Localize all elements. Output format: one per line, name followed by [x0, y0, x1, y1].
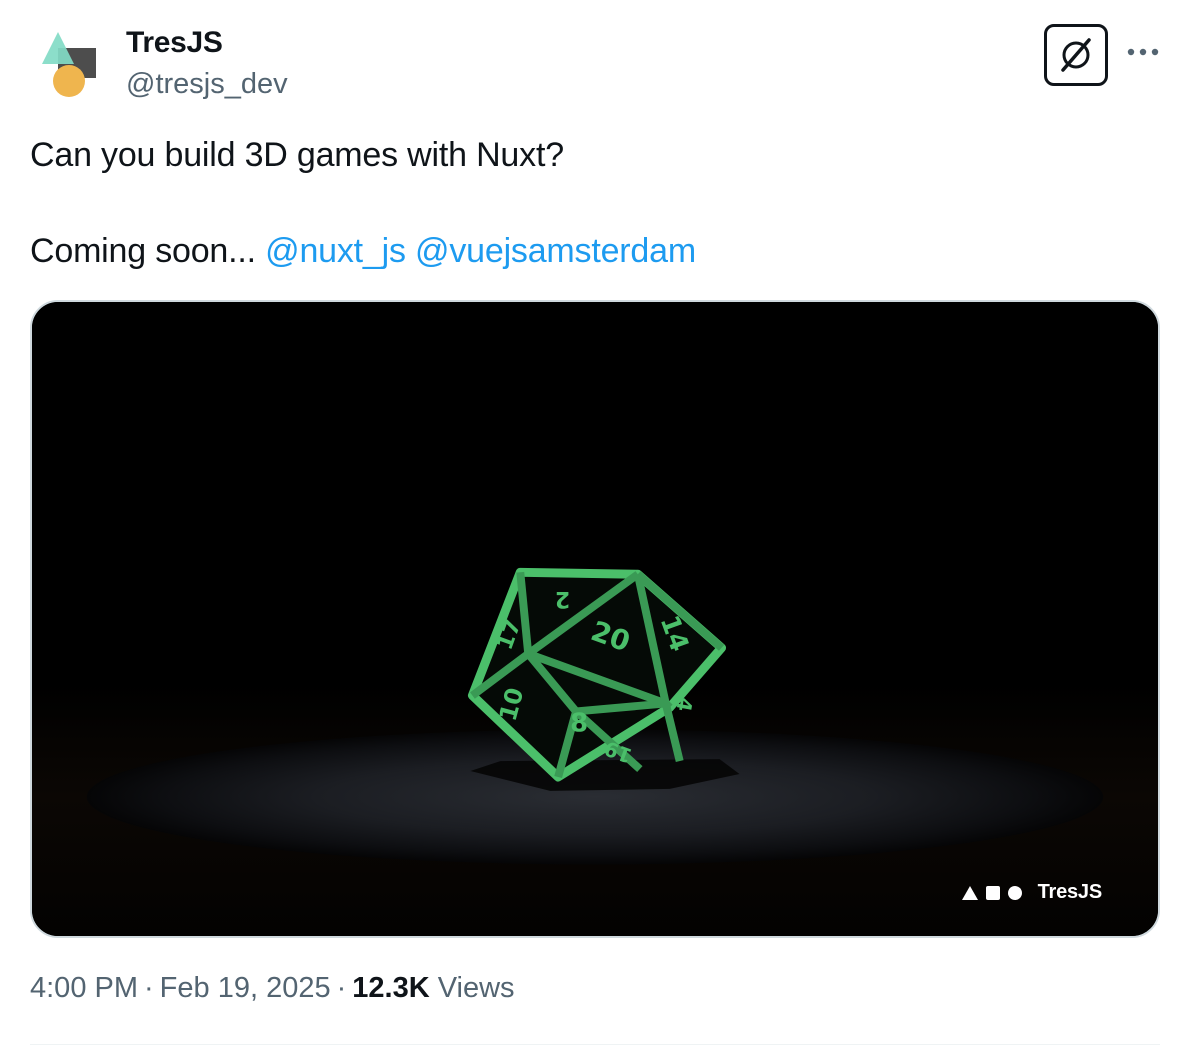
tresjs-watermark: TresJS — [961, 881, 1103, 904]
mention-nuxt-js[interactable]: @nuxt_js — [265, 232, 406, 270]
views-label: Views — [437, 972, 515, 1004]
svg-text:8: 8 — [570, 708, 588, 738]
svg-text:2: 2 — [555, 586, 570, 611]
tweet-text-line1: Can you build 3D games with Nuxt? — [30, 136, 564, 174]
tweet-time[interactable]: 4:00 PM — [30, 972, 138, 1004]
square-icon — [985, 885, 1000, 900]
author-name[interactable]: TresJS — [126, 26, 223, 60]
tweet-text-line2: Coming soon... @nuxt_js @vuejsamsterdam — [30, 232, 696, 271]
meta-separator: · — [336, 972, 347, 1004]
dice-scene-image: 2 20 14 17 10 8 19 4 — [32, 302, 1158, 936]
triangle-icon — [961, 885, 978, 900]
more-dots-icon — [1127, 48, 1159, 56]
tresjs-logo-icon — [42, 32, 96, 97]
meta-separator: · — [144, 972, 154, 1004]
divider — [30, 1044, 1160, 1045]
mention-vuejsamsterdam[interactable]: @vuejsamsterdam — [415, 232, 696, 270]
views-count: 12.3K — [352, 972, 430, 1004]
tweet-meta: 4:00 PM · Feb 19, 2025 · 12.3K Views — [30, 972, 515, 1005]
tweet-media-video[interactable]: 2 20 14 17 10 8 19 4 TresJS — [30, 300, 1160, 938]
author-handle[interactable]: @tresjs_dev — [126, 68, 288, 101]
tweet: TresJS @tresjs_dev Can you build 3D game… — [0, 0, 1192, 1050]
grok-button[interactable] — [1044, 24, 1108, 86]
tweet-date[interactable]: Feb 19, 2025 — [160, 972, 331, 1004]
coming-soon-text: Coming soon... — [30, 232, 256, 270]
more-options-button[interactable] — [1126, 40, 1160, 64]
watermark-text: TresJS — [1037, 881, 1103, 903]
grok-icon — [1061, 38, 1091, 72]
avatar[interactable] — [36, 28, 102, 100]
circle-icon — [1007, 885, 1022, 900]
